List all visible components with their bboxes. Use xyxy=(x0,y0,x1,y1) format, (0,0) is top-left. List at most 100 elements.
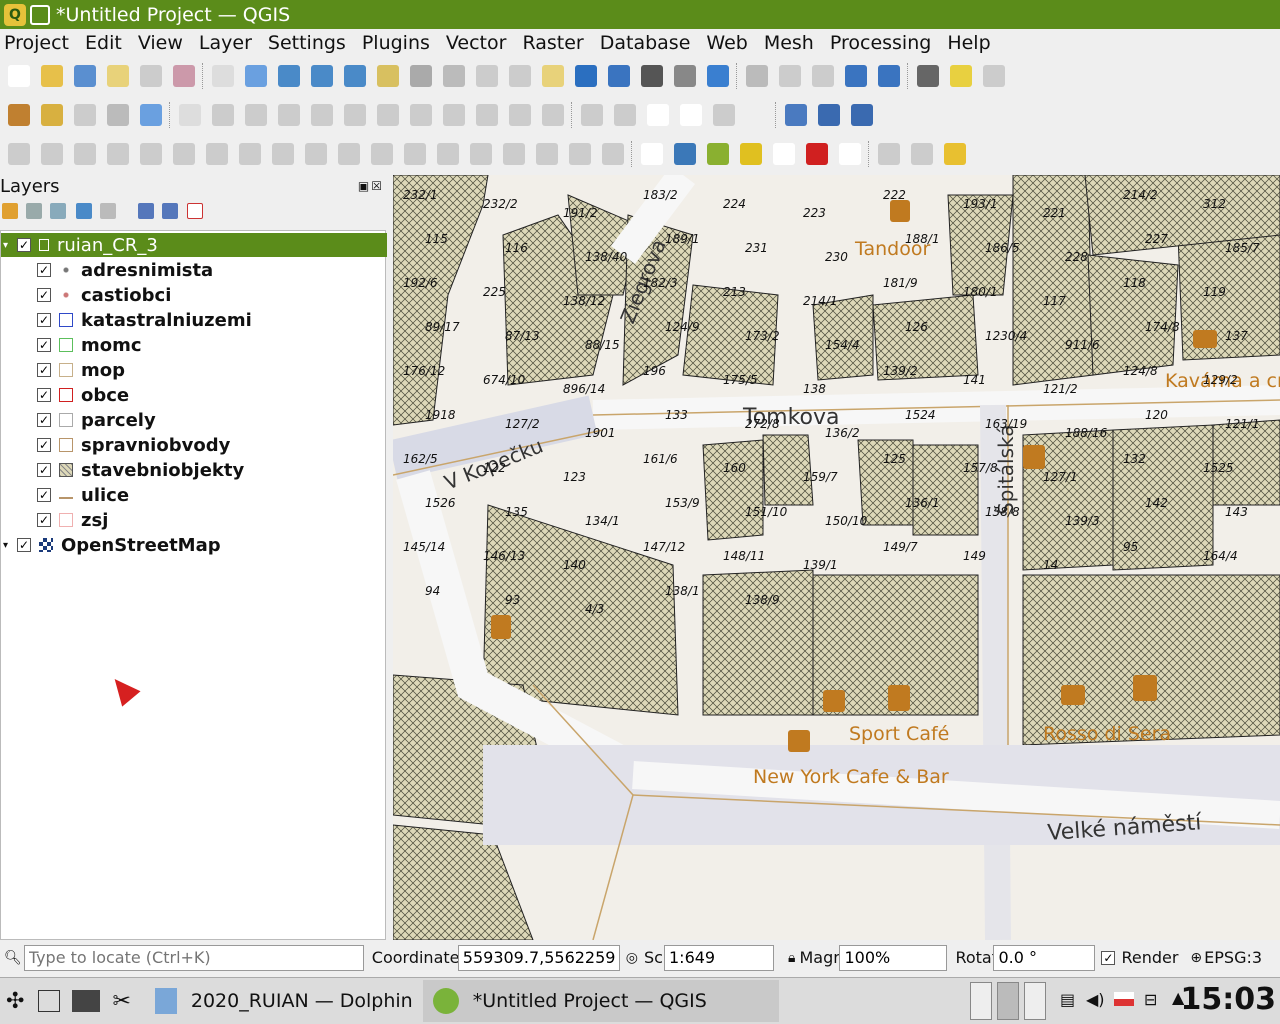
current-edits-icon[interactable] xyxy=(212,104,234,126)
layer-visibility-checkbox[interactable]: ✓ xyxy=(37,338,51,352)
vertex-16-icon[interactable] xyxy=(536,143,558,165)
copy-icon[interactable] xyxy=(443,104,465,126)
locator-search-input[interactable] xyxy=(23,944,364,971)
map-tips-icon[interactable] xyxy=(950,65,972,87)
measure-icon[interactable] xyxy=(917,65,939,87)
vertex-tool-icon[interactable] xyxy=(344,104,366,126)
menu-layer[interactable]: Layer xyxy=(195,32,256,54)
python-icon[interactable] xyxy=(674,143,696,165)
wms-1-icon[interactable] xyxy=(785,104,807,126)
new-print-layout-icon[interactable] xyxy=(107,65,129,87)
vertex-12-icon[interactable] xyxy=(404,143,426,165)
panel-float-close-icon[interactable]: ▣☒ xyxy=(358,179,384,193)
crs-label[interactable]: EPSG:3 xyxy=(1204,948,1262,967)
vertex-10-icon[interactable] xyxy=(338,143,360,165)
layer-visibility-checkbox[interactable]: ✓ xyxy=(37,488,51,502)
menu-database[interactable]: Database xyxy=(596,32,695,54)
filter-expression-icon[interactable] xyxy=(100,203,116,219)
vertex-3-icon[interactable] xyxy=(107,143,129,165)
zoom-to-selection-icon[interactable] xyxy=(377,65,399,87)
style-manager-icon[interactable] xyxy=(2,203,18,219)
new-spatial-bookmark-icon[interactable] xyxy=(608,65,630,87)
undo-icon[interactable] xyxy=(509,104,531,126)
layer-visibility-checkbox[interactable]: ✓ xyxy=(37,363,51,377)
menu-processing[interactable]: Processing xyxy=(826,32,935,54)
more-icon[interactable] xyxy=(746,104,768,126)
save-project-icon[interactable] xyxy=(74,65,96,87)
show-bookmarks-icon[interactable] xyxy=(641,65,663,87)
menu-mesh[interactable]: Mesh xyxy=(760,32,818,54)
layer-row-obce[interactable]: ✓ obce xyxy=(1,383,387,407)
pan-to-selection-icon[interactable] xyxy=(245,65,267,87)
task-qgis[interactable]: *Untitled Project — QGIS xyxy=(422,980,779,1022)
desktop-icon[interactable] xyxy=(38,990,61,1012)
layer-visibility-checkbox[interactable]: ✓ xyxy=(37,313,51,327)
vertex-15-icon[interactable] xyxy=(503,143,525,165)
layer-row-katastralniuzemi[interactable]: ✓ katastralniuzemi xyxy=(1,308,387,332)
show-labels-icon[interactable] xyxy=(614,104,636,126)
collapse-all-icon[interactable] xyxy=(162,203,178,219)
system-monitor-icon[interactable] xyxy=(72,990,101,1012)
style-manager-icon[interactable] xyxy=(173,65,195,87)
open-attribute-table-icon[interactable] xyxy=(779,65,801,87)
render-checkbox[interactable]: ✓ xyxy=(1101,950,1116,965)
layer-row-adresnimista[interactable]: ✓ adresnimista xyxy=(1,258,387,282)
app-launcher-icon[interactable]: ✣ xyxy=(6,989,24,1014)
layer-visibility-checkbox[interactable]: ✓ xyxy=(37,463,51,477)
select-features-icon[interactable] xyxy=(878,143,900,165)
processing-toolbox-icon[interactable] xyxy=(845,65,867,87)
layer-row-parcely[interactable]: ✓ parcely xyxy=(1,408,387,432)
collapse-arrow-icon[interactable]: ▾ xyxy=(3,540,13,551)
label-red-icon[interactable] xyxy=(680,104,702,126)
menu-raster[interactable]: Raster xyxy=(518,32,587,54)
label-toolbar-icon[interactable] xyxy=(581,104,603,126)
scale-input[interactable] xyxy=(664,944,774,971)
layer-visibility-checkbox[interactable]: ✓ xyxy=(37,413,51,427)
vertex-7-icon[interactable] xyxy=(239,143,261,165)
new-project-icon[interactable] xyxy=(8,65,30,87)
zoom-next-icon[interactable] xyxy=(509,65,531,87)
layer-visibility-checkbox[interactable]: ✓ xyxy=(37,438,51,452)
network-icon[interactable]: ⊟ xyxy=(1144,990,1157,1009)
vertex-1-icon[interactable] xyxy=(41,143,63,165)
layer-visibility-checkbox[interactable]: ✓ xyxy=(17,538,31,552)
new-temp-layer-icon[interactable] xyxy=(140,104,162,126)
coordinate-input[interactable] xyxy=(457,944,620,971)
deselect-icon[interactable] xyxy=(911,143,933,165)
pager-3[interactable] xyxy=(1024,982,1046,1020)
layer-visibility-checkbox[interactable]: ✓ xyxy=(37,513,51,527)
layer-visibility-checkbox[interactable]: ✓ xyxy=(37,288,51,302)
field-calculator-icon[interactable] xyxy=(812,65,834,87)
vertex-4-icon[interactable] xyxy=(140,143,162,165)
map-canvas[interactable]: Tomkova V Kopečku Ziegrova Špitálská Vel… xyxy=(393,175,1280,940)
data-source-manager-icon[interactable] xyxy=(8,104,30,126)
pager-1[interactable] xyxy=(970,982,992,1020)
plugin-home-icon[interactable] xyxy=(773,143,795,165)
refresh-icon[interactable] xyxy=(707,65,729,87)
layer-row-openstreetmap[interactable]: ▾ ✓ OpenStreetMap xyxy=(1,533,387,557)
label-pin-icon[interactable] xyxy=(713,104,735,126)
pager-2[interactable] xyxy=(997,982,1019,1020)
digitize-vertex-icon[interactable] xyxy=(74,104,96,126)
plugin-radiation-icon[interactable] xyxy=(740,143,762,165)
collapse-arrow-icon[interactable]: ▾ xyxy=(3,240,13,251)
open-project-icon[interactable] xyxy=(41,65,63,87)
cut-icon[interactable] xyxy=(410,104,432,126)
layer-visibility-checkbox[interactable]: ✓ xyxy=(37,263,51,277)
select-by-expression-icon[interactable] xyxy=(944,143,966,165)
crs-icon[interactable]: ⊕ xyxy=(1190,950,1202,966)
remove-layer-icon[interactable] xyxy=(187,203,203,219)
wms-2-icon[interactable] xyxy=(818,104,840,126)
vertex-8-icon[interactable] xyxy=(272,143,294,165)
menu-view[interactable]: View xyxy=(134,32,187,54)
zoom-to-layer-icon[interactable] xyxy=(410,65,432,87)
visibility-icon[interactable] xyxy=(50,203,66,219)
add-virtual-layer-icon[interactable] xyxy=(107,104,129,126)
vertex-14-icon[interactable] xyxy=(470,143,492,165)
extents-toggle-icon[interactable]: ◎ xyxy=(626,950,638,966)
menu-plugins[interactable]: Plugins xyxy=(358,32,434,54)
task-dolphin[interactable]: 2020_RUIAN — Dolphin xyxy=(145,980,423,1022)
lock-scale-icon[interactable]: 🔒︎ xyxy=(788,950,795,966)
advanced-digitizing-icon[interactable] xyxy=(8,143,30,165)
vertex-6-icon[interactable] xyxy=(206,143,228,165)
